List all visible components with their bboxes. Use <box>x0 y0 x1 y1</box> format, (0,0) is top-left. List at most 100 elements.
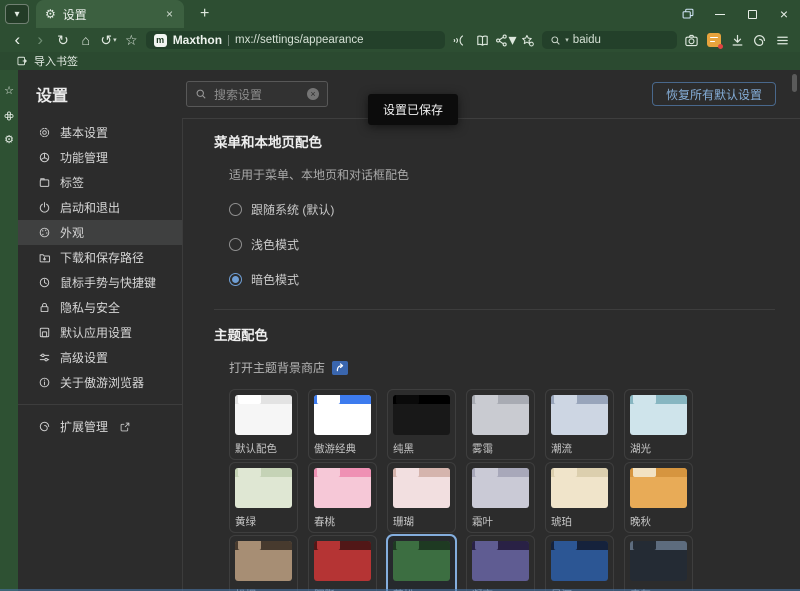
undo-icon[interactable]: ↺▾ <box>97 29 120 51</box>
radio-icon[interactable] <box>229 238 242 251</box>
section-divider <box>214 309 775 310</box>
color-mode-radio-option[interactable]: 暗色模式 <box>229 271 800 288</box>
theme-thumbnail <box>472 468 529 508</box>
read-aloud-icon[interactable] <box>448 29 471 51</box>
color-mode-radio-option[interactable]: 跟随系统 (默认) <box>229 201 800 218</box>
maximize-button[interactable] <box>736 0 768 28</box>
theme-card[interactable]: 纯黑 <box>387 389 456 460</box>
scrollbar-thumb[interactable] <box>792 74 797 92</box>
lock-icon <box>38 301 51 314</box>
home-icon[interactable]: ⌂ <box>74 29 97 51</box>
settings-sidebar: 基本设置功能管理标签启动和退出外观下载和保存路径鼠标手势与快捷键隐私与安全默认应… <box>18 118 182 591</box>
sidebar-item[interactable]: 鼠标手势与快捷键 <box>18 270 182 295</box>
search-engine-dropdown-icon[interactable]: ▾ <box>565 36 569 44</box>
minimize-button[interactable] <box>704 0 736 28</box>
theme-store-link[interactable]: 打开主题背景商店 <box>229 359 800 376</box>
download-icon[interactable] <box>726 29 749 51</box>
sidebar-item[interactable]: 关于傲游浏览器 <box>18 370 182 395</box>
sidebar-item-extensions[interactable]: 扩展管理 <box>18 414 182 439</box>
radio-label: 浅色模式 <box>251 236 299 253</box>
theme-thumbnail <box>314 541 371 581</box>
theme-card[interactable]: 默认配色 <box>229 389 298 460</box>
theme-colors-section-title: 主题配色 <box>214 324 800 344</box>
reader-book-icon[interactable] <box>471 29 494 51</box>
theme-thumbnail <box>235 395 292 435</box>
favorite-star-icon[interactable]: ☆ <box>120 29 143 51</box>
theme-card[interactable]: 春桃 <box>308 462 377 533</box>
theme-card[interactable]: 珊瑚 <box>387 462 456 533</box>
sidebar-item[interactable]: 基本设置 <box>18 120 182 145</box>
theme-card[interactable]: 湖光 <box>624 389 693 460</box>
boss-window-icon[interactable] <box>672 0 704 28</box>
search-icon <box>195 88 207 100</box>
share-icon[interactable]: ▾ <box>494 29 517 51</box>
theme-card[interactable]: 胭脂 <box>308 535 377 591</box>
menu-colors-section-title: 菜单和本地页配色 <box>214 131 800 151</box>
theme-card[interactable]: 傲游经典 <box>308 389 377 460</box>
back-icon[interactable]: ‹ <box>6 29 29 51</box>
settings-search-box[interactable]: 搜索设置 × <box>186 81 328 107</box>
folder-icon <box>38 251 51 264</box>
refresh-icon[interactable]: ↻ <box>52 29 75 51</box>
maxnote-icon[interactable] <box>703 29 726 51</box>
notification-dot <box>718 44 723 49</box>
theme-card[interactable]: 潮流 <box>545 389 614 460</box>
sidebar-item[interactable]: 外观 <box>18 220 182 245</box>
new-tab-button[interactable]: + <box>196 5 213 23</box>
rail-apps-clover-icon[interactable] <box>3 110 15 122</box>
sidebar-item[interactable]: 标签 <box>18 170 182 195</box>
theme-card[interactable]: 苍松 <box>387 535 456 591</box>
undo-dropdown-icon[interactable]: ▾ <box>113 36 117 44</box>
sidebar-item[interactable]: 下载和保存路径 <box>18 245 182 270</box>
feature-icon <box>38 151 51 164</box>
menu-hamburger-icon[interactable] <box>771 29 794 51</box>
address-bar[interactable]: m Maxthon mx://settings/appearance <box>146 31 445 49</box>
sidebar-item-label: 关于傲游浏览器 <box>60 374 144 391</box>
theme-card[interactable]: 青灰 <box>624 535 693 591</box>
color-mode-radio-option[interactable]: 浅色模式 <box>229 236 800 253</box>
theme-card[interactable]: 霜叶 <box>466 462 535 533</box>
sidebar-item-label: 扩展管理 <box>60 418 108 435</box>
radio-icon[interactable] <box>229 273 242 286</box>
quick-search-box[interactable]: ▾ baidu <box>542 31 677 49</box>
extensions-swirl-icon[interactable] <box>748 29 771 51</box>
clear-search-icon[interactable]: × <box>307 88 319 100</box>
bookmark-star-gear-icon[interactable] <box>517 29 540 51</box>
theme-card[interactable]: 琥珀 <box>545 462 614 533</box>
theme-card[interactable]: 黄绿 <box>229 462 298 533</box>
sidebar-item-label: 启动和退出 <box>60 199 120 216</box>
tab-settings[interactable]: ⚙ 设置 × <box>36 0 184 28</box>
toolbar: ‹ › ↻ ⌂ ↺▾ ☆ m Maxthon mx://settings/app… <box>0 28 800 52</box>
theme-thumbnail <box>393 541 450 581</box>
theme-name: 春桃 <box>314 514 371 529</box>
share-dropdown-icon[interactable]: ▾ <box>508 30 516 50</box>
theme-card[interactable]: 松烟 <box>229 535 298 591</box>
import-bookmarks-label[interactable]: 导入书签 <box>34 53 78 69</box>
theme-card[interactable]: 雾霭 <box>466 389 535 460</box>
theme-name: 霜叶 <box>472 514 529 529</box>
tab-list-chevron-icon[interactable]: ▾ <box>5 4 29 24</box>
theme-grid: 默认配色傲游经典纯黑 雾霭潮流 湖光黄绿春桃 珊瑚霜叶 琥珀晚秋松烟胭脂苍松凝夜星沉青灰… <box>229 389 800 591</box>
rail-favorites-star-icon[interactable]: ☆ <box>4 86 14 97</box>
screenshot-camera-icon[interactable] <box>680 29 703 51</box>
tab-close-icon[interactable]: × <box>164 7 175 21</box>
sidebar-item[interactable]: 高级设置 <box>18 345 182 370</box>
search-engine-text: baidu <box>573 34 601 46</box>
forward-icon[interactable]: › <box>29 29 52 51</box>
theme-card[interactable]: 凝夜 <box>466 535 535 591</box>
sidebar-item[interactable]: 功能管理 <box>18 145 182 170</box>
sidebar-item[interactable]: 启动和退出 <box>18 195 182 220</box>
restore-defaults-button[interactable]: 恢复所有默认设置 <box>652 82 776 106</box>
rail-settings-gear-icon[interactable]: ⚙ <box>4 135 14 146</box>
theme-name: 潮流 <box>551 441 608 456</box>
open-store-arrow-icon[interactable] <box>332 361 348 375</box>
sidebar-item-label: 功能管理 <box>60 149 108 166</box>
close-button[interactable]: × <box>768 0 800 28</box>
sidebar-item[interactable]: 默认应用设置 <box>18 320 182 345</box>
theme-card[interactable]: 晚秋 <box>624 462 693 533</box>
theme-name: 纯黑 <box>393 441 450 456</box>
theme-card[interactable]: 星沉 <box>545 535 614 591</box>
radio-icon[interactable] <box>229 203 242 216</box>
sidebar-item[interactable]: 隐私与安全 <box>18 295 182 320</box>
power-icon <box>38 201 51 214</box>
